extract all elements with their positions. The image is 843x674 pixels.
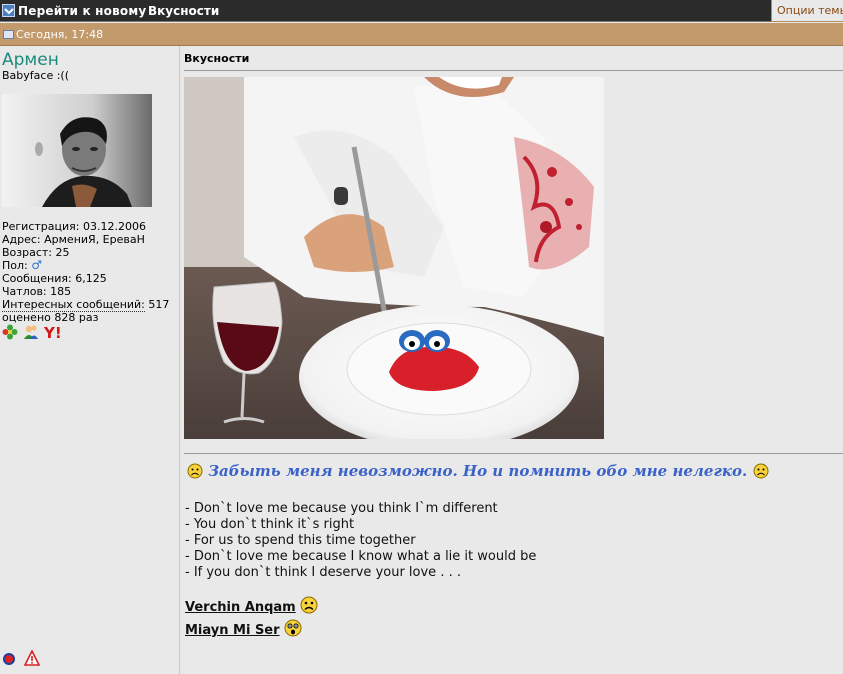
icq-icon[interactable] (2, 324, 18, 340)
author-chatlov: Чатлов: 185 (2, 285, 72, 298)
quote-line: Забыть меня невозможно. Но и помнить обо… (187, 462, 769, 480)
interesting-posts-count: 517 (148, 298, 170, 311)
author-posts: Сообщения: 6,125 (2, 272, 107, 285)
svg-text:Y!: Y! (44, 324, 60, 340)
author-age: Возраст: 25 (2, 246, 70, 259)
signature-text: Verchin Anqam (185, 600, 296, 615)
quote-text: Забыть меня невозможно. Но и помнить обо… (208, 462, 748, 480)
yahoo-icon[interactable]: Y! (43, 324, 62, 342)
sad-smiley-icon (753, 463, 769, 479)
title-divider (184, 70, 843, 71)
registration-date: Регистрация: 03.12.2006 (2, 220, 146, 233)
avatar[interactable] (2, 94, 152, 207)
post-header-bar: Сегодня, 17:48 (0, 23, 843, 46)
goto-new-link[interactable]: Перейти к новому (18, 4, 146, 18)
lyrics-block: - Don`t love me because you think I`m di… (185, 501, 536, 581)
post-title: Вкусности (184, 52, 250, 65)
author-gender: Пол: ♂ (2, 258, 169, 273)
msn-icon[interactable] (23, 324, 39, 340)
lyrics-line: - You don`t think it`s right (185, 517, 355, 532)
post-icon (3, 30, 14, 39)
sad-smiley-icon (300, 596, 318, 614)
online-status-icon (2, 652, 18, 668)
interesting-posts: Интересных сообщений: 517 (2, 298, 170, 312)
user-title: Babyface :(( (2, 69, 69, 82)
signature-line-2: Miayn Mi Ser (185, 619, 302, 638)
post-image[interactable] (184, 77, 604, 439)
author-rated: оценено 828 раз (2, 311, 99, 324)
report-warning-icon[interactable] (23, 649, 41, 666)
lyrics-line: - If you don`t think I deserve your love… (185, 565, 461, 580)
post-status-icons (2, 649, 42, 668)
sad-smiley-icon (187, 463, 203, 479)
topic-title: Вкусности (148, 4, 220, 18)
male-symbol-icon: ♂ (31, 258, 43, 272)
shocked-smiley-icon (284, 619, 302, 637)
author-stats: Регистрация: 03.12.2006 Адрес: АрмениЯ, … (2, 220, 169, 324)
post-date: Сегодня, 17:48 (16, 28, 104, 41)
post-body: Вкусности Забыть меня невозможно. Но и п… (181, 46, 843, 674)
thread-toolbar: Перейти к новому Вкусности Опции темы (0, 0, 843, 22)
thread-options-button[interactable]: Опции темы (771, 0, 843, 22)
lyrics-line: - Don`t love me because I know what a li… (185, 549, 537, 564)
lyrics-line: - For us to spend this time together (185, 533, 416, 548)
author-name[interactable]: Армен (2, 50, 59, 70)
signature-line-1: Verchin Anqam (185, 596, 318, 615)
author-sidebar: Армен Babyface :(( Регистрация: 03.12.20… (0, 46, 180, 674)
lyrics-line: - Don`t love me because you think I`m di… (185, 501, 498, 516)
content-divider (184, 453, 843, 454)
interesting-posts-link[interactable]: Интересных сообщений: (2, 298, 145, 312)
contact-icons: Y! (2, 324, 72, 342)
author-address: Адрес: АрмениЯ, ЕреваН (2, 233, 145, 246)
gender-label: Пол: (2, 259, 28, 272)
goto-new-icon[interactable] (2, 4, 15, 17)
signature-text: Miayn Mi Ser (185, 623, 280, 638)
